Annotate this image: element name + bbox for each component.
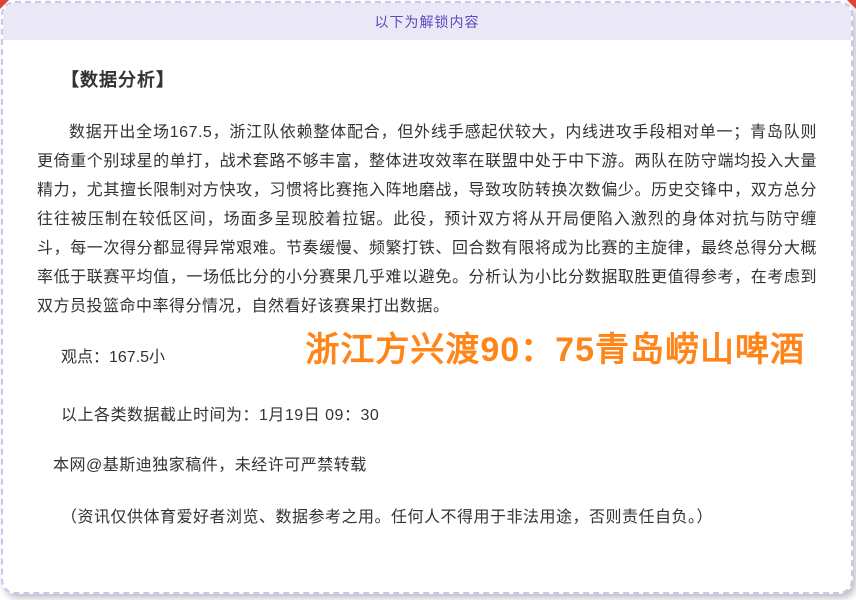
viewpoint-row: 观点：167.5小 浙江方兴渡90：75青岛崂山啤酒 [37, 348, 817, 388]
corner-cut-mark-left-icon [0, 0, 9, 9]
copyright-line: 本网@基斯迪独家稿件，未经许可严禁转载 [37, 456, 817, 476]
unlock-header-label: 以下为解锁内容 [375, 12, 480, 32]
score-highlight: 浙江方兴渡90：75青岛崂山啤酒 [305, 340, 805, 360]
page: 以下为解锁内容 【数据分析】 数据开出全场167.5，浙江队依赖整体配合，但外线… [0, 0, 856, 600]
data-cutoff-line: 以上各类数据截止时间为：1月19日 09：30 [37, 406, 817, 426]
article-content: 【数据分析】 数据开出全场167.5，浙江队依赖整体配合，但外线手感起伏较大，内… [3, 40, 851, 528]
viewpoint-label: 观点：167.5小 [61, 349, 165, 366]
disclaimer-line: （资讯仅供体育爱好者浏览、数据参考之用。任何人不得用于非法用途，否则责任自负。） [37, 508, 817, 528]
analysis-paragraph: 数据开出全场167.5，浙江队依赖整体配合，但外线手感起伏较大，内线进攻手段相对… [37, 118, 817, 321]
corner-cut-mark-right-icon [847, 0, 856, 9]
unlock-header-bar: 以下为解锁内容 [3, 3, 851, 40]
unlocked-content-panel: 以下为解锁内容 【数据分析】 数据开出全场167.5，浙江队依赖整体配合，但外线… [1, 1, 853, 594]
section-title: 【数据分析】 [37, 66, 817, 92]
